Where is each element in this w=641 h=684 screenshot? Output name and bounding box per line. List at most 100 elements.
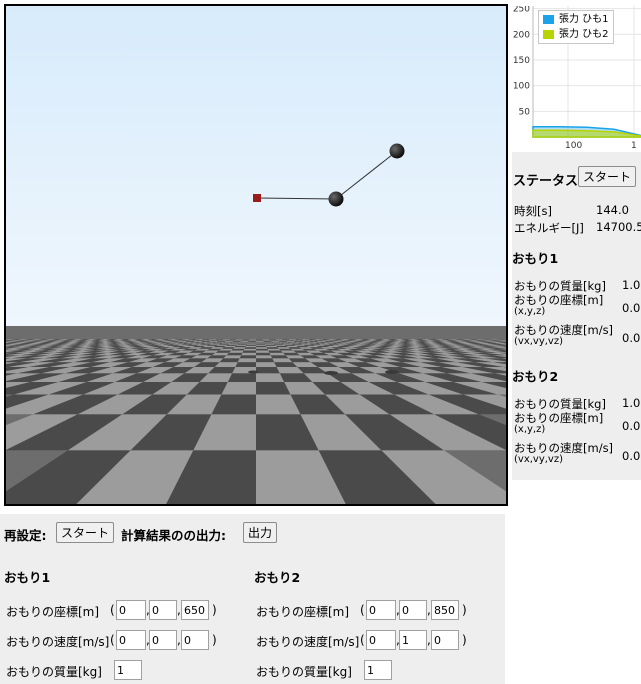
floor-tile <box>273 343 285 345</box>
weight2-pos-value: 0.0 <box>622 419 641 433</box>
scene <box>6 143 506 504</box>
weight2-vel-label-text: おもりの速度[m/s] <box>514 441 614 455</box>
floor-tile <box>256 355 273 359</box>
floor-tile <box>237 358 256 363</box>
weight1-mass-label: おもりの質量[kg] <box>514 279 606 293</box>
reset-panel: 再設定: スタート 計算結果のの出力: 出力 おもり1 おもりの座標[m] ( … <box>0 514 505 684</box>
floor-tile <box>266 347 279 349</box>
weight2-pos-label: おもりの座標[m] (x,y,z) <box>514 412 603 436</box>
floor-tile <box>248 340 256 341</box>
time-label: 時刻[s] <box>514 204 552 218</box>
floor-tile <box>231 348 245 351</box>
paren-open: ( <box>360 633 365 647</box>
weight1-pos-x-input[interactable] <box>116 600 146 620</box>
floor-tile <box>246 343 256 345</box>
weight1-vel-z-input[interactable] <box>181 630 209 650</box>
floor-tile <box>236 344 247 346</box>
paren-close: ) <box>462 633 467 647</box>
3d-viewport[interactable] <box>4 4 508 506</box>
floor-tile <box>275 345 288 348</box>
y-tick-label: 150 <box>513 56 530 66</box>
paren-open: ( <box>360 603 365 617</box>
energy-label: エネルギー[J] <box>514 221 584 235</box>
weight1-vel-y-input[interactable] <box>149 630 177 650</box>
status-start-button[interactable]: スタート <box>578 166 637 187</box>
paren-close: ) <box>462 603 467 617</box>
floor-tile <box>229 350 244 353</box>
floor-tile <box>256 345 267 348</box>
checkered-floor <box>6 326 506 504</box>
floor-tile <box>268 350 283 353</box>
floor-tile <box>256 362 277 367</box>
reset-weight1-heading: おもり1 <box>4 570 51 585</box>
weight1-vel-sub: (vx,vy,vz) <box>514 336 563 347</box>
reset-weight2-vel-label: おもりの速度[m/s] <box>256 635 360 649</box>
string-2 <box>335 150 398 200</box>
floor-tile <box>256 373 285 382</box>
floor-tile <box>256 339 264 341</box>
floor-tile <box>256 341 265 343</box>
weight1-vel-label: おもりの速度[m/s] (vx,vy,vz) <box>514 324 613 348</box>
weight2-vel-value: 0.0 <box>622 449 641 463</box>
weight1-mass-value: 1.0 <box>622 278 641 292</box>
floor-tile <box>275 339 284 340</box>
chart-legend: 張力 ひも1 張力 ひも2 <box>538 10 614 44</box>
floor-tile <box>269 339 277 340</box>
output-button[interactable]: 出力 <box>243 522 278 543</box>
floor-tile <box>248 340 256 342</box>
floor-tile <box>243 348 256 351</box>
energy-value: 14700.5 <box>596 220 641 234</box>
weight1-pos-value: 0.0 <box>622 301 641 315</box>
floor-tile <box>247 342 256 344</box>
floor-tile <box>241 352 256 356</box>
floor-tile <box>264 342 274 344</box>
floor-tile <box>239 341 249 343</box>
floor-tile <box>271 341 281 343</box>
floor-tile <box>244 347 256 349</box>
legend-item: 張力 ひも1 <box>543 12 609 27</box>
floor-tile <box>222 341 233 343</box>
floor-tile <box>265 344 276 346</box>
weight2-pos-y-input[interactable] <box>399 600 427 620</box>
weight1-pos-z-input[interactable] <box>181 600 209 620</box>
y-tick-label: 50 <box>519 107 531 117</box>
floor-tile <box>226 352 243 356</box>
legend-swatch-1 <box>543 14 554 24</box>
weight2-mass-input[interactable] <box>364 660 392 680</box>
floor-tile <box>227 343 239 345</box>
floor-tile <box>272 342 283 344</box>
floor-tile <box>263 341 273 343</box>
weight1-pos-y-input[interactable] <box>149 600 177 620</box>
status-panel: ステータス スタート 時刻[s] 144.0 エネルギー[J] 14700.5 … <box>512 152 641 480</box>
floor-tile <box>256 340 264 342</box>
shadow <box>324 371 338 375</box>
reset-label: 再設定: <box>4 528 47 543</box>
floor-tile <box>234 345 246 348</box>
floor-tile <box>269 352 286 356</box>
paren-open: ( <box>110 633 115 647</box>
floor-tile <box>256 350 270 353</box>
x-tick-label: 1 <box>631 141 637 151</box>
floor-tile <box>237 343 248 345</box>
weight2-vel-z-input[interactable] <box>431 630 459 650</box>
floor-tile <box>226 344 238 346</box>
weight1-mass-input[interactable] <box>114 660 142 680</box>
weight2-vel-x-input[interactable] <box>366 630 396 650</box>
reset-start-button[interactable]: スタート <box>56 522 115 543</box>
floor-tile <box>276 339 285 341</box>
floor-tile <box>249 339 256 340</box>
floor-tile <box>233 347 246 349</box>
weight2-mass-value: 1.0 <box>622 396 641 410</box>
weight2-pos-x-input[interactable] <box>366 600 396 620</box>
floor-tile <box>264 343 275 345</box>
weight2-vel-y-input[interactable] <box>399 630 427 650</box>
status-weight2-heading: おもり2 <box>512 369 559 384</box>
legend-swatch-2 <box>543 29 554 39</box>
floor-tile <box>242 339 250 340</box>
floor-tile <box>267 348 281 351</box>
weight1-vel-x-input[interactable] <box>116 630 146 650</box>
legend-item: 張力 ひも2 <box>543 27 609 42</box>
weight2-pos-z-input[interactable] <box>431 600 459 620</box>
time-value: 144.0 <box>596 203 629 217</box>
weight-1-ball <box>328 191 344 207</box>
